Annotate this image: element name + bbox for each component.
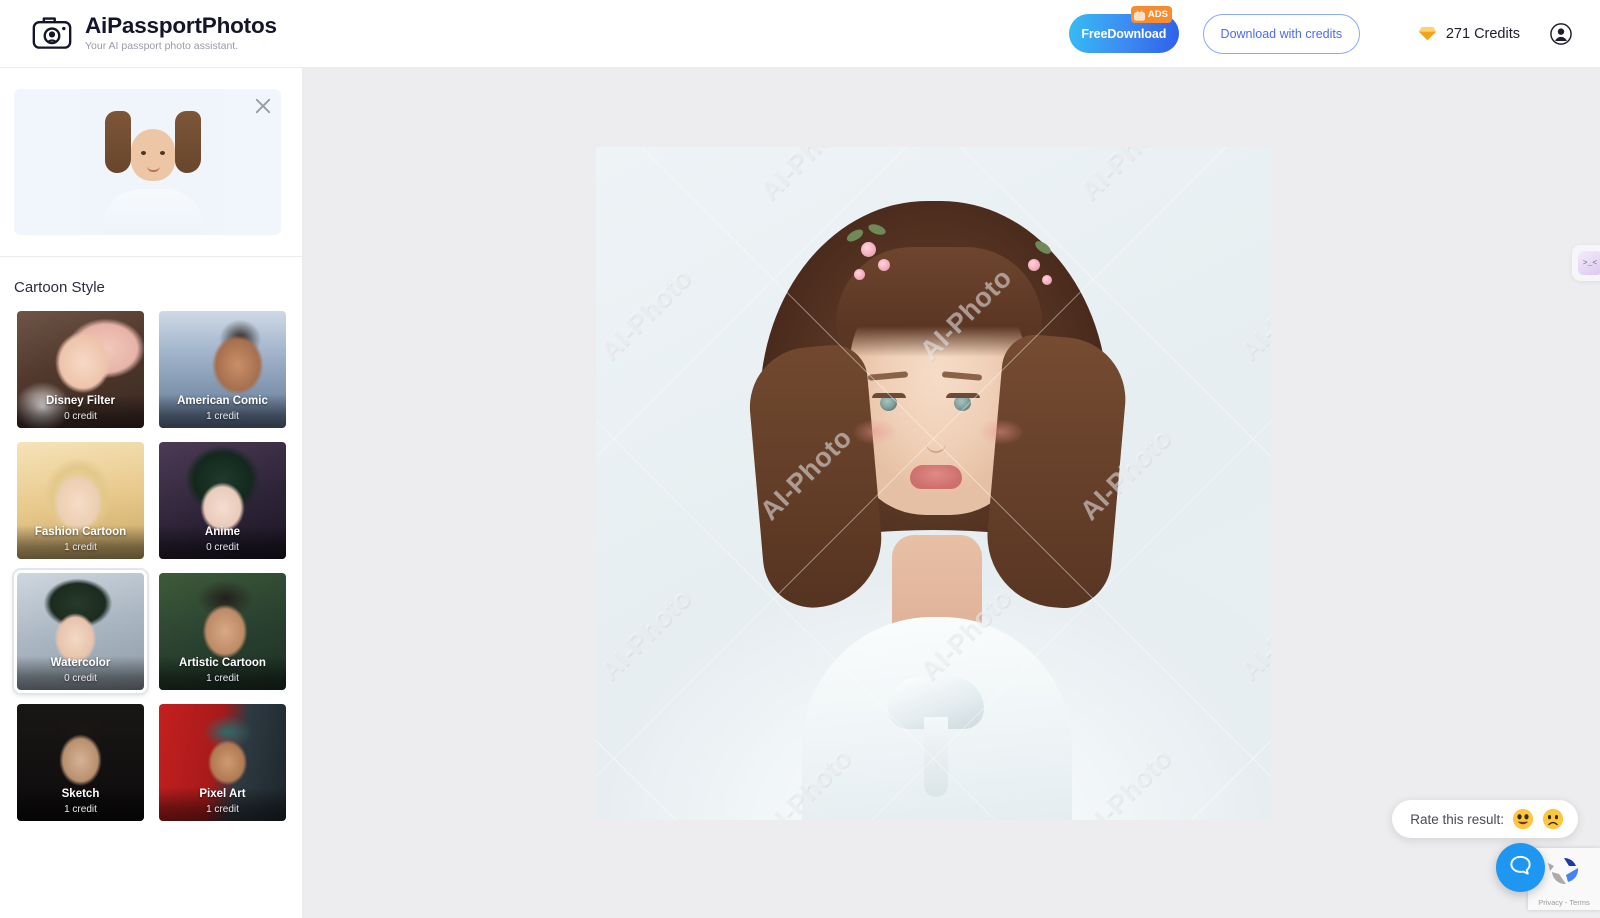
credits-count-label: 271 Credits bbox=[1445, 25, 1520, 42]
recaptcha-terms-label[interactable]: Privacy - Terms bbox=[1528, 898, 1600, 907]
face-glyph-icon: >_< bbox=[1578, 251, 1600, 275]
style-credit: 0 credit bbox=[64, 672, 97, 684]
style-card-artistic-cartoon[interactable]: Artistic Cartoon 1 credit bbox=[156, 570, 289, 693]
free-download-wrapper: FreeDownload ADS bbox=[1068, 6, 1179, 53]
style-card-sketch[interactable]: Sketch 1 credit bbox=[14, 701, 147, 824]
generated-result-image[interactable]: AI-Photo AI-Photo AI-Photo AI-Photo AI-P… bbox=[596, 147, 1271, 820]
gem-icon bbox=[1418, 26, 1437, 41]
style-credit: 1 credit bbox=[206, 803, 239, 815]
rate-label: Rate this result: bbox=[1410, 811, 1504, 827]
portrait-artwork bbox=[596, 147, 1271, 820]
style-card-pixel-art[interactable]: Pixel Art 1 credit bbox=[156, 701, 289, 824]
style-name: Pixel Art bbox=[199, 787, 246, 800]
brand-logo[interactable]: AiPassportPhotos Your AI passport photo … bbox=[32, 13, 277, 54]
result-canvas: AI-Photo AI-Photo AI-Photo AI-Photo AI-P… bbox=[303, 68, 1600, 918]
ads-badge-label: ADS bbox=[1147, 9, 1168, 20]
close-icon[interactable] bbox=[252, 95, 274, 117]
style-name: Sketch bbox=[61, 787, 100, 800]
style-grid: Disney Filter 0 credit American Comic 1 … bbox=[14, 308, 302, 824]
sidebar-divider bbox=[0, 256, 302, 257]
style-name: Watercolor bbox=[50, 656, 111, 669]
app-header: AiPassportPhotos Your AI passport photo … bbox=[0, 0, 1600, 68]
ads-badge: ADS bbox=[1130, 6, 1172, 23]
help-chat-button[interactable] bbox=[1496, 843, 1545, 892]
style-name: Anime bbox=[204, 525, 241, 538]
style-credit: 1 credit bbox=[64, 541, 97, 553]
uploaded-photo-preview bbox=[81, 89, 225, 235]
chat-bubble-icon bbox=[1508, 853, 1533, 883]
download-with-credits-button[interactable]: Download with credits bbox=[1202, 13, 1360, 54]
style-credit: 1 credit bbox=[206, 672, 239, 684]
style-name: Disney Filter bbox=[45, 394, 116, 407]
style-card-anime[interactable]: Anime 0 credit bbox=[156, 439, 289, 562]
tv-icon bbox=[1133, 9, 1146, 21]
style-name: American Comic bbox=[177, 394, 268, 407]
style-name: Artistic Cartoon bbox=[179, 656, 266, 669]
rate-result-bar: Rate this result: bbox=[1392, 800, 1578, 838]
style-credit: 1 credit bbox=[206, 410, 239, 422]
style-credit: 1 credit bbox=[64, 803, 97, 815]
style-card-watercolor[interactable]: Watercolor 0 credit bbox=[14, 570, 147, 693]
brand-tagline: Your AI passport photo assistant. bbox=[85, 40, 239, 53]
sad-face-emoji[interactable] bbox=[1542, 808, 1564, 830]
mini-tool-widget[interactable]: >_< bbox=[1572, 245, 1600, 281]
happy-face-emoji[interactable] bbox=[1512, 808, 1534, 830]
header-actions: FreeDownload ADS Download with credits 2… bbox=[1068, 6, 1572, 54]
section-title-cartoon-style: Cartoon Style bbox=[14, 279, 105, 296]
style-card-american-comic[interactable]: American Comic 1 credit bbox=[156, 308, 289, 431]
style-credit: 0 credit bbox=[64, 410, 97, 422]
style-credit: 0 credit bbox=[206, 541, 239, 553]
style-card-fashion-cartoon[interactable]: Fashion Cartoon 1 credit bbox=[14, 439, 147, 562]
style-sidebar: Cartoon Style Disney Filter 0 credit Ame… bbox=[0, 68, 303, 918]
credits-display[interactable]: 271 Credits bbox=[1418, 26, 1520, 42]
style-name: Fashion Cartoon bbox=[34, 525, 127, 538]
camera-icon bbox=[32, 14, 72, 52]
user-avatar-icon[interactable] bbox=[1550, 22, 1572, 45]
uploaded-photo-card[interactable] bbox=[14, 89, 281, 235]
brand-title: AiPassportPhotos bbox=[85, 13, 277, 39]
style-card-disney-filter[interactable]: Disney Filter 0 credit bbox=[14, 308, 147, 431]
